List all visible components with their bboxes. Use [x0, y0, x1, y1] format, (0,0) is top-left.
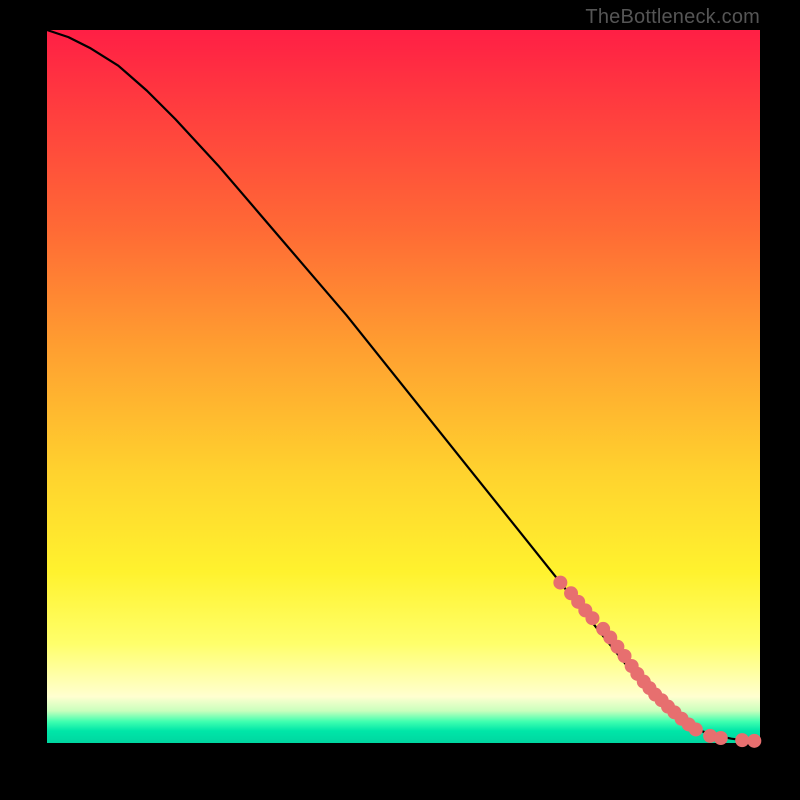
- data-marker: [689, 722, 703, 736]
- data-marker: [585, 611, 599, 625]
- chart-frame: TheBottleneck.com: [0, 0, 800, 800]
- chart-svg: [47, 30, 760, 743]
- bottleneck-curve: [47, 30, 760, 741]
- data-marker: [747, 734, 761, 748]
- data-marker: [714, 731, 728, 745]
- attribution-label: TheBottleneck.com: [585, 6, 760, 29]
- data-markers: [553, 576, 761, 748]
- data-marker: [735, 733, 749, 747]
- plot-area: [47, 30, 760, 743]
- data-marker: [553, 576, 567, 590]
